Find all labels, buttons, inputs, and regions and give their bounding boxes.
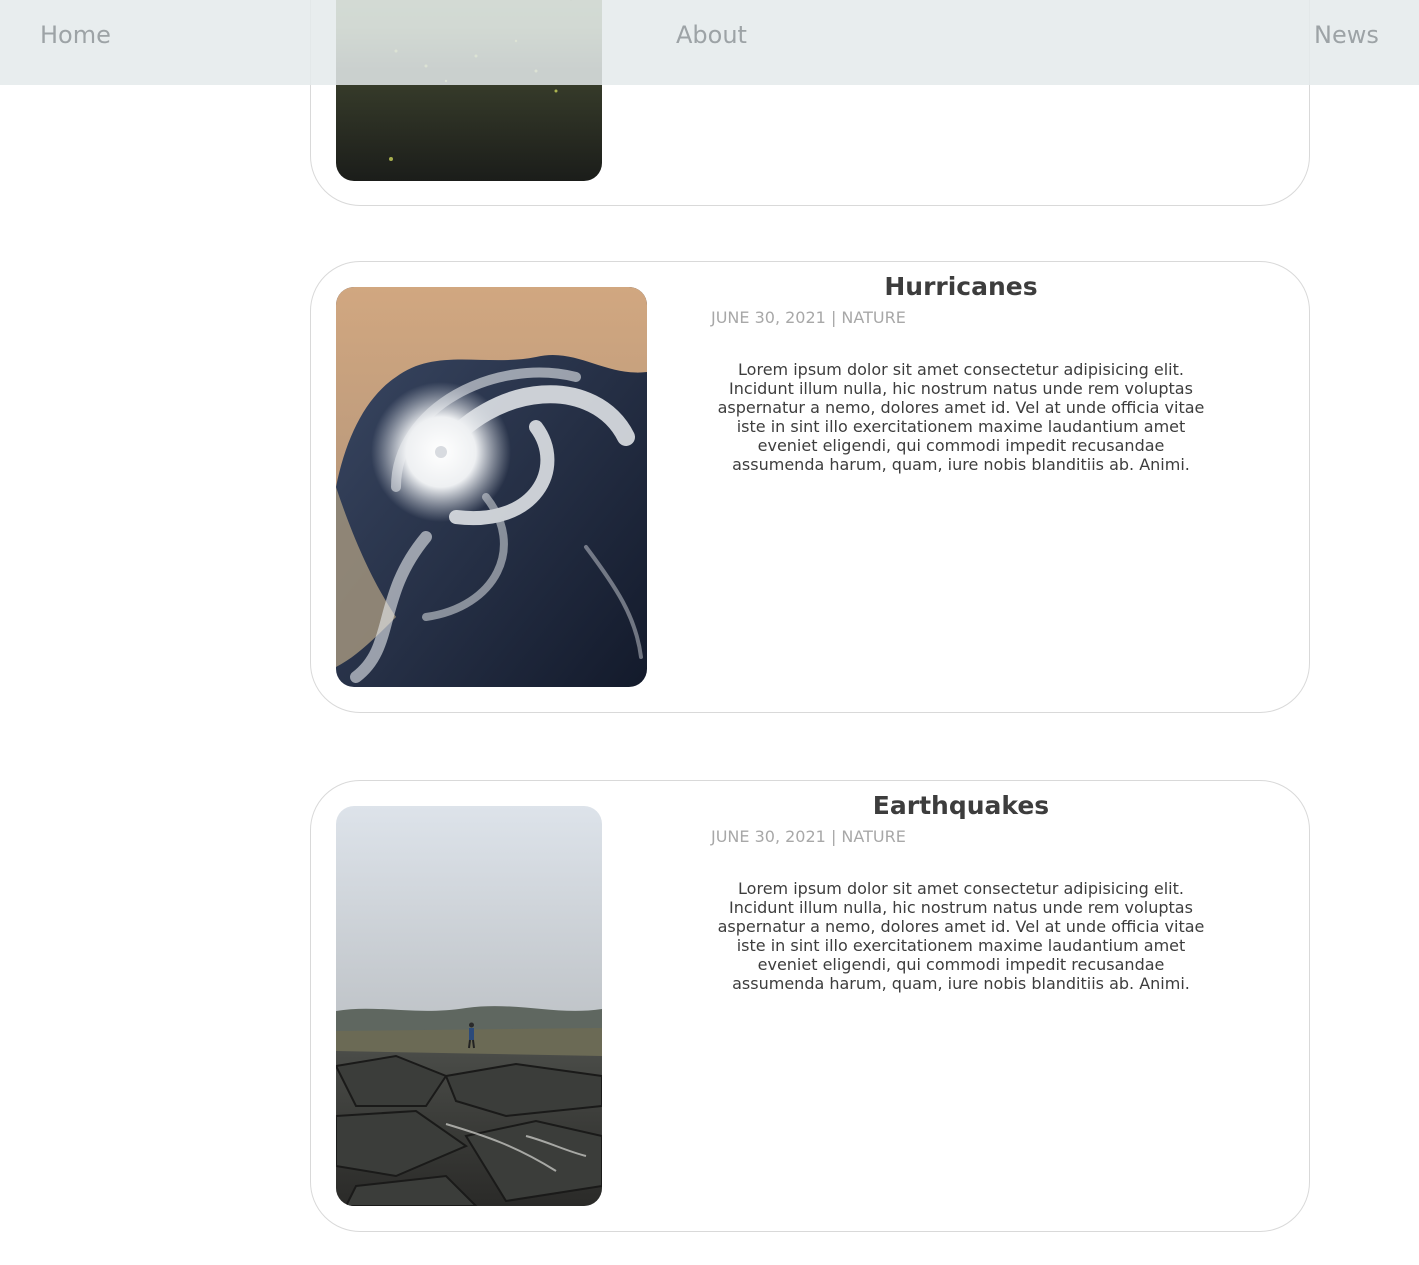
post-body: Lorem ipsum dolor sit amet consectetur a…	[717, 879, 1205, 993]
nav-link-home[interactable]: Home	[40, 20, 111, 50]
top-navbar: Home About News	[0, 0, 1419, 85]
post-meta: JUNE 30, 2021 | NATURE	[711, 308, 1211, 328]
post-card-hurricanes: Hurricanes JUNE 30, 2021 | NATURE Lorem …	[310, 261, 1310, 713]
post-date: JUNE 30, 2021	[711, 308, 826, 327]
post-meta: JUNE 30, 2021 | NATURE	[711, 827, 1211, 847]
nav-link-about[interactable]: About	[676, 20, 747, 50]
post-body: Lorem ipsum dolor sit amet consectetur a…	[717, 360, 1205, 474]
post-content: Hurricanes JUNE 30, 2021 | NATURE Lorem …	[711, 272, 1211, 474]
post-content: Earthquakes JUNE 30, 2021 | NATURE Lorem…	[711, 791, 1211, 993]
nav-link-news[interactable]: News	[1314, 20, 1379, 50]
post-category[interactable]: NATURE	[841, 308, 905, 327]
meta-separator: |	[830, 308, 837, 327]
post-title[interactable]: Earthquakes	[711, 791, 1211, 821]
cracked-road-photo	[336, 806, 602, 1206]
page: Home About News Hurricanes JUNE 30, 2021…	[0, 0, 1419, 1265]
post-date: JUNE 30, 2021	[711, 827, 826, 846]
post-title[interactable]: Hurricanes	[711, 272, 1211, 302]
meta-separator: |	[830, 827, 837, 846]
post-category[interactable]: NATURE	[841, 827, 905, 846]
post-card-earthquakes: Earthquakes JUNE 30, 2021 | NATURE Lorem…	[310, 780, 1310, 1232]
hurricane-satellite-photo	[336, 287, 647, 687]
